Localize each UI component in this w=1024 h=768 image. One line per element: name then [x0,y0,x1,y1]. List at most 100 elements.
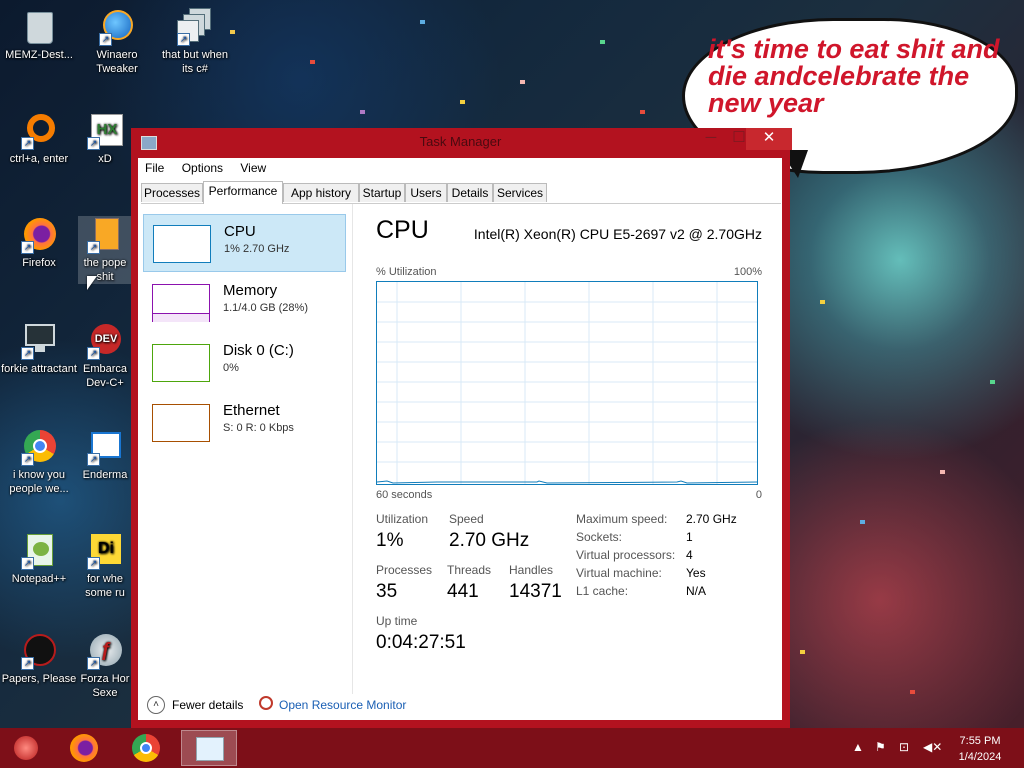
desktop-icon[interactable]: ƒ ↗ Forza Hor Sexe [78,632,132,700]
desktop-icon-label: Notepad++ [11,573,67,585]
fewer-details-link[interactable]: Fewer details [172,698,243,712]
desktop-icon-label: Enderma [82,469,128,481]
menu-view[interactable]: View [233,158,273,175]
resource-disk[interactable]: Disk 0 (C:) 0% [143,334,346,392]
max-speed-value: 2.70 GHz [686,512,737,526]
graph-zero: 0 [755,489,762,501]
cpu-utilization-graph [376,281,758,485]
desktop-icon[interactable]: ↗ that but when its c# [156,8,234,76]
windows-stack-icon: ↗ [177,8,213,46]
graph-grid [376,282,758,484]
desktop-icon[interactable]: ↗ Firefox [0,216,78,270]
desktop-icon[interactable]: ↗ i know you people we... [0,428,78,496]
recycle-bin-icon [21,8,57,44]
tab-processes[interactable]: Processes [141,183,203,202]
start-button[interactable] [0,730,56,766]
clock-time: 7:55 PM [959,735,1001,747]
start-icon [14,736,38,760]
taskbar-chrome[interactable] [118,730,174,766]
volume-muted-icon[interactable]: ◀✕ [923,740,942,754]
desktop-icon[interactable]: MEMZ-Dest... [0,8,78,62]
window-icon: ↗ [87,428,123,466]
tab-app-history[interactable]: App history [283,183,359,202]
utilization-value: 1% [376,530,404,551]
network-icon[interactable]: ⊡ [899,740,909,754]
die-icon: Di ↗ [87,532,123,570]
speech-bubble-text: it's time to eat shit and die andcelebra… [708,34,1000,118]
file-icon: ↗ [87,216,123,254]
close-button[interactable]: ✕ [746,128,792,150]
minimize-button[interactable]: ─ [697,128,725,150]
desktop-icon[interactable]: Di ↗ for whe some ru [78,532,132,600]
resource-memory[interactable]: Memory 1.1/4.0 GB (28%) [143,274,346,332]
l1-cache-label: L1 cache: [576,584,629,598]
clock[interactable]: 7:55 PM 1/4/2024 [955,733,1005,765]
flag-icon[interactable]: ⚑ [875,740,886,754]
desktop-icon[interactable]: ↗ Winaero Tweaker [78,8,156,76]
tab-services[interactable]: Services [493,183,547,202]
sockets-value: 1 [686,530,693,544]
processes-value: 35 [376,581,398,602]
ethernet-thumbnail [152,404,210,442]
cpu-detail-panel: CPU Intel(R) Xeon(R) CPU E5-2697 v2 @ 2.… [376,204,776,694]
handles-label: Handles [509,563,554,577]
taskbar-firefox[interactable] [58,730,114,766]
settings-monitor-icon: ↗ [21,322,57,360]
resource-monitor-icon[interactable] [259,696,273,710]
title-bar[interactable]: Task Manager ─ ☐ ✕ [131,128,792,156]
taskbar-task-manager[interactable] [181,730,237,766]
resource-summary: S: 0 R: 0 Kbps [223,422,294,434]
tab-users[interactable]: Users [405,183,447,202]
sockets-label: Sockets: [576,530,623,544]
graph-label: % Utilization [376,266,437,278]
desktop-icon[interactable]: DEV ↗ Embarca Dev-C+ [78,322,132,390]
tab-performance[interactable]: Performance [203,181,283,204]
task-manager-window[interactable]: Task Manager ─ ☐ ✕ File Options View Pro… [131,128,792,728]
firefox-icon [70,734,98,762]
desktop-icon[interactable]: ↗ Enderma [78,428,132,482]
resource-list: CPU 1% 2.70 GHz Memory 1.1/4.0 GB (28%) … [138,204,353,694]
desktop-icon-label: Winaero Tweaker [96,49,138,75]
resource-cpu[interactable]: CPU 1% 2.70 GHz [143,214,346,272]
open-resource-monitor-link[interactable]: Open Resource Monitor [279,698,406,712]
notepadpp-icon: ↗ [21,532,57,570]
tab-startup[interactable]: Startup [359,183,405,202]
desktop-icon[interactable]: HX ↗ xD [78,112,132,166]
orange-ring-icon: ↗ [21,112,57,150]
tab-strip: Processes Performance App history Startu… [141,181,781,204]
tab-details[interactable]: Details [447,183,493,202]
desktop-icon-label: Forza Hor Sexe [80,673,130,699]
max-speed-label: Maximum speed: [576,512,668,526]
menu-file[interactable]: File [138,158,171,175]
uptime-value: 0:04:27:51 [376,632,466,653]
footer-bar: ˄ Fewer details Open Resource Monitor [138,694,782,720]
memory-thumbnail [152,284,210,322]
menu-bar: File Options View [138,158,782,178]
resource-summary: 1.1/4.0 GB (28%) [223,302,308,314]
desktop-icon[interactable]: ↗ Papers, Please [0,632,78,686]
uptime-label: Up time [376,614,418,628]
chevron-up-icon[interactable]: ˄ [147,696,165,714]
chrome-icon: ↗ [21,428,57,466]
threads-label: Threads [447,563,492,577]
disk-thumbnail [152,344,210,382]
desktop-icon[interactable]: ↗ forkie attractant [0,322,78,376]
l1-cache-value: N/A [686,584,707,598]
desktop-icon-label: i know you people we... [9,469,69,495]
desktop-icon[interactable]: ↗ the pope shit [78,216,132,284]
mouse-cursor [87,276,97,290]
devcpp-icon: DEV ↗ [87,322,123,360]
utilization-label: Utilization [376,512,429,526]
virtual-machine-label: Virtual machine: [576,566,662,580]
speed-label: Speed [449,512,484,526]
resource-ethernet[interactable]: Ethernet S: 0 R: 0 Kbps [143,394,346,452]
desktop-icon[interactable]: ↗ ctrl+a, enter [0,112,78,166]
window-body: File Options View Processes Performance … [138,158,782,720]
desktop-icon-label: MEMZ-Dest... [5,49,73,61]
show-hidden-icons-button[interactable]: ▲ [852,740,864,754]
menu-options[interactable]: Options [175,158,230,175]
chrome-icon [132,734,160,762]
desktop-icon[interactable]: ↗ Notepad++ [0,532,78,586]
virtual-processors-label: Virtual processors: [576,548,676,562]
desktop-icon-label: that but when its c# [161,49,229,75]
